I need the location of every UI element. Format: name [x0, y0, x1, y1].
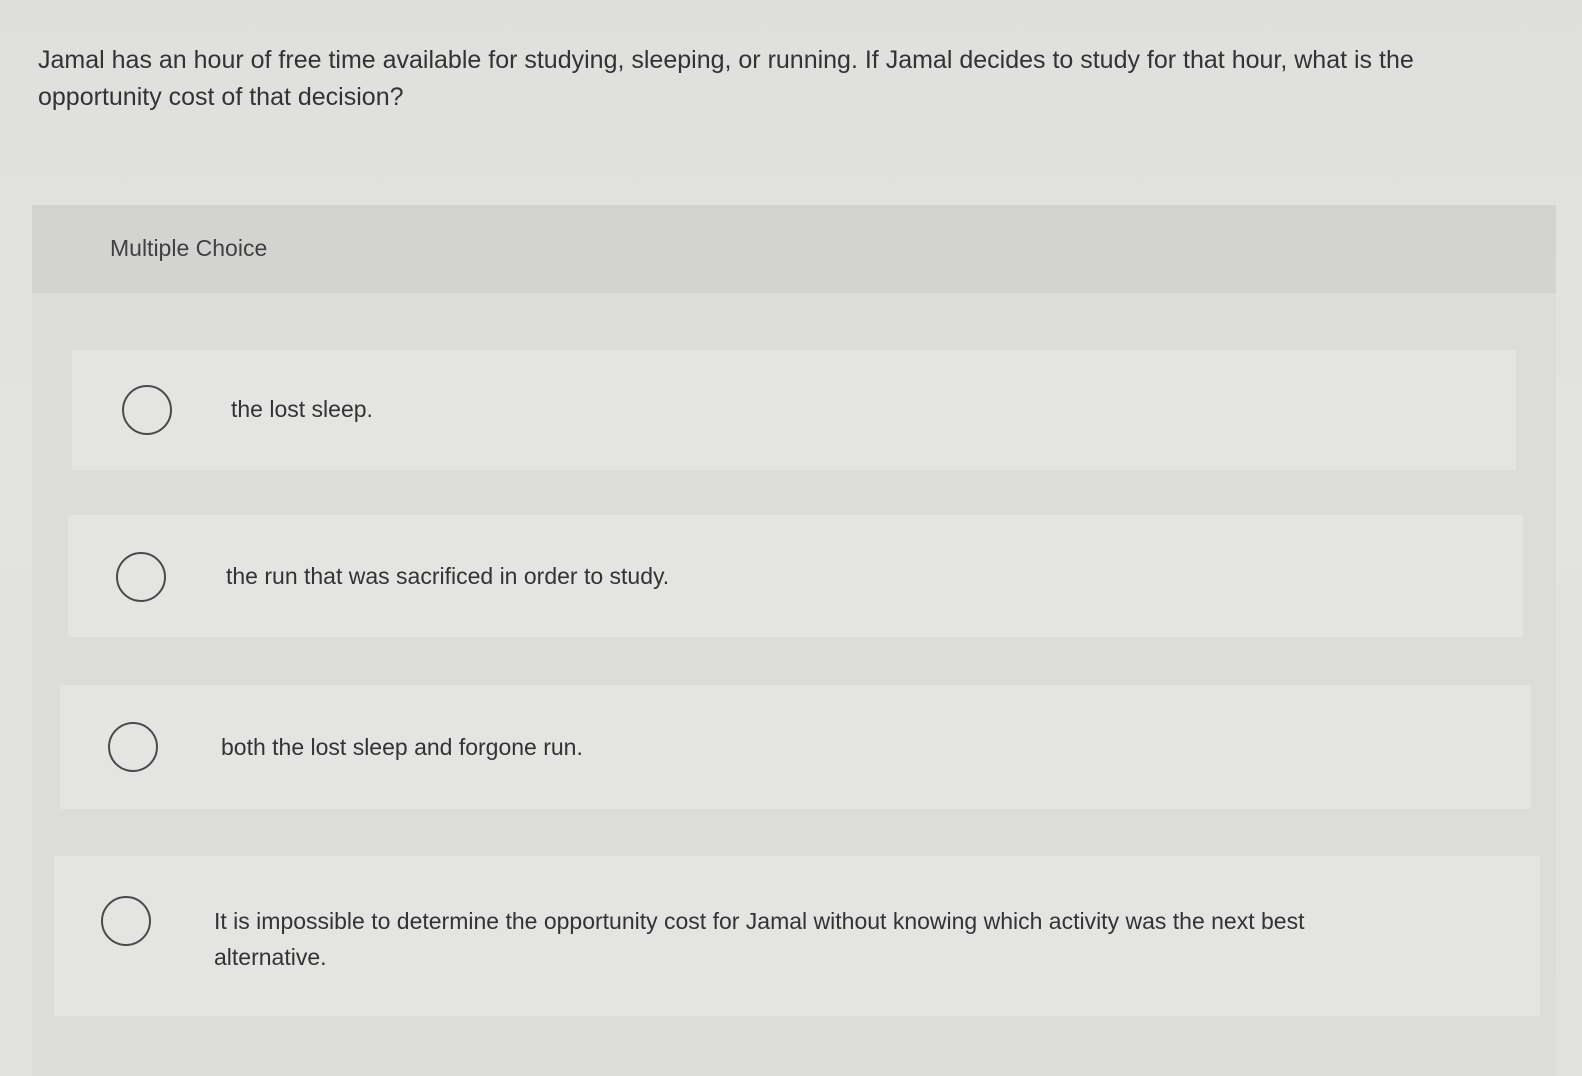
answer-options: the lost sleep. the run that was sacrifi…: [32, 293, 1556, 1076]
option-2-label: the run that was sacrificed in order to …: [226, 563, 670, 589]
radio-button-option-2[interactable]: [116, 552, 166, 602]
radio-button-option-1[interactable]: [122, 385, 172, 435]
multiple-choice-header: Multiple Choice: [32, 205, 1556, 293]
option-1-label: the lost sleep.: [231, 396, 373, 422]
question-text: Jamal has an hour of free time available…: [38, 46, 1414, 111]
multiple-choice-panel: Multiple Choice the lost sleep. the run …: [32, 205, 1556, 1076]
answer-option-2[interactable]: the run that was sacrificed in order to …: [68, 515, 1523, 637]
answer-option-3[interactable]: both the lost sleep and forgone run.: [60, 685, 1531, 809]
answer-option-4[interactable]: It is impossible to determine the opport…: [54, 856, 1540, 1016]
answer-option-1[interactable]: the lost sleep.: [72, 350, 1516, 470]
radio-button-option-3[interactable]: [108, 722, 158, 772]
multiple-choice-label: Multiple Choice: [110, 235, 268, 261]
option-4-label: It is impossible to determine the opport…: [214, 908, 1305, 970]
radio-button-option-4[interactable]: [101, 896, 151, 946]
option-3-label: both the lost sleep and forgone run.: [221, 734, 583, 760]
